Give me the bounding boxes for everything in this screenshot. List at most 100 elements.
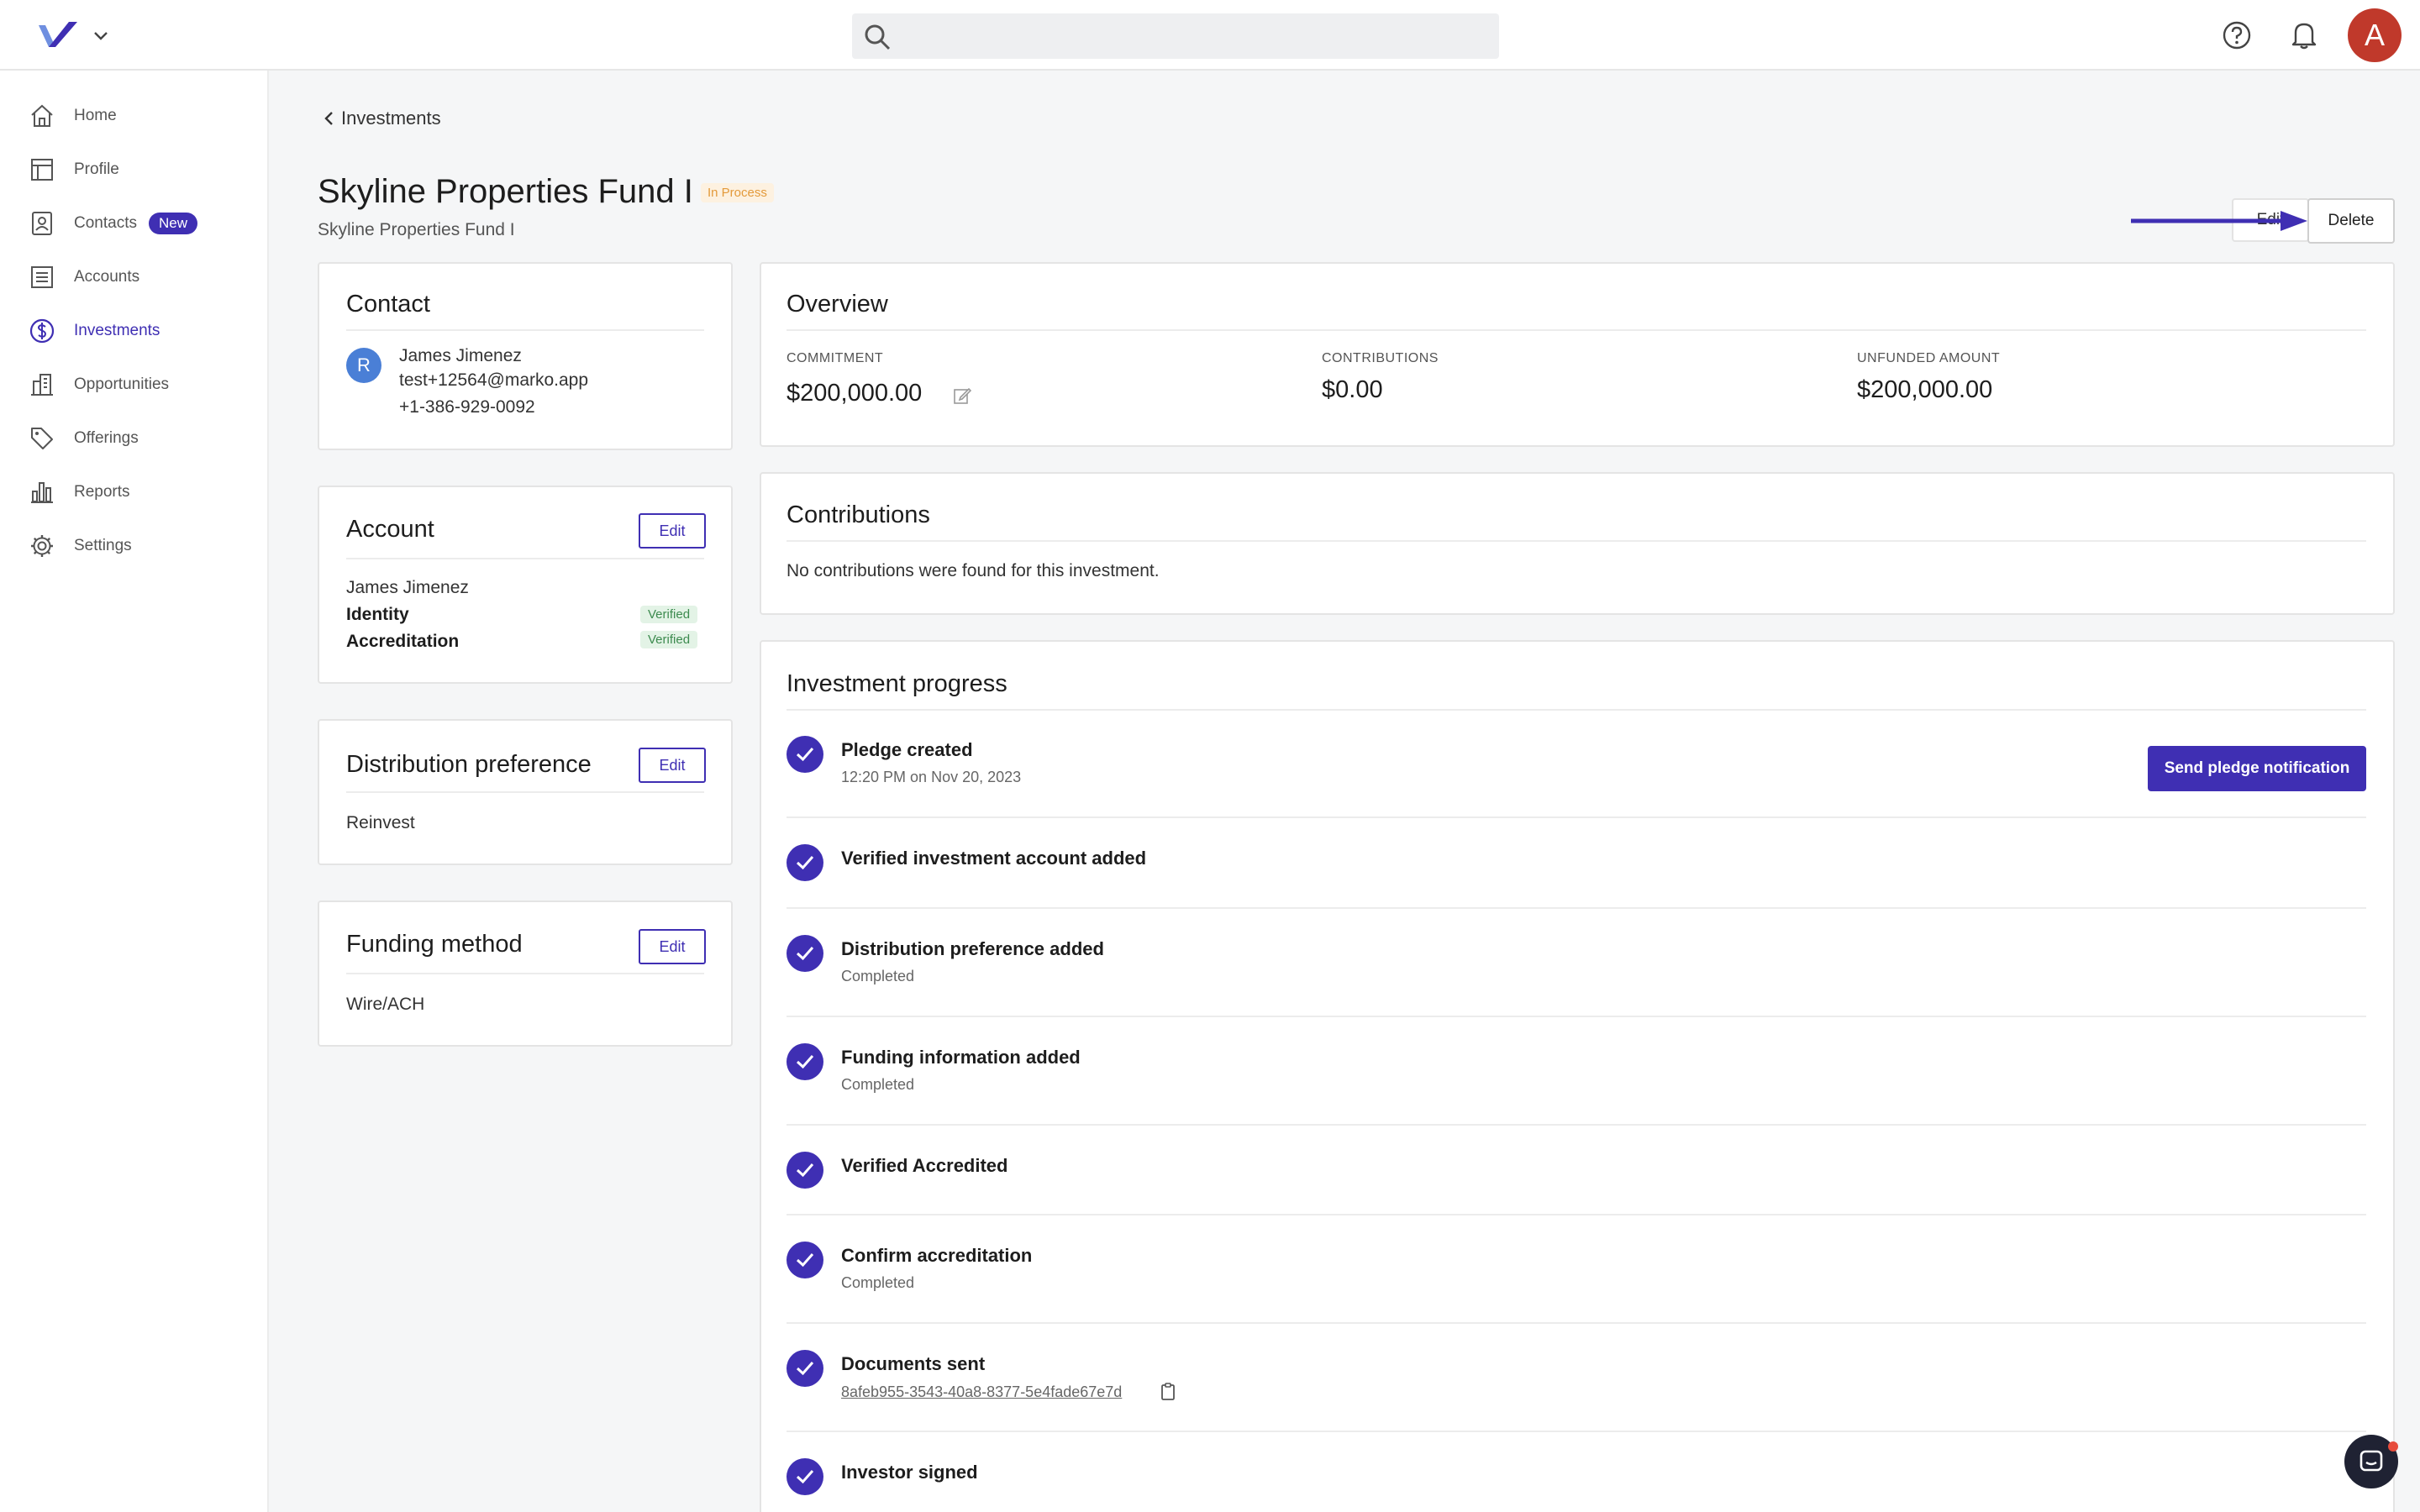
check-icon <box>786 935 823 972</box>
divider <box>786 709 2366 711</box>
step-subtitle: Completed <box>841 1076 915 1093</box>
check-icon <box>786 1043 823 1080</box>
sidebar-item-label: Opportunities <box>74 375 170 393</box>
sidebar-item-profile[interactable]: Profile <box>27 150 254 190</box>
v-logo-icon[interactable] <box>37 20 79 50</box>
edit-pencil-icon[interactable] <box>953 386 971 405</box>
accreditation-verified-badge: Verified <box>640 631 698 648</box>
divider <box>786 540 2366 542</box>
page-subtitle: Skyline Properties Fund I <box>318 220 515 239</box>
sidebar-item-label: Contacts <box>74 214 137 232</box>
overview-title: Overview <box>786 291 888 318</box>
divider <box>786 1214 2366 1215</box>
step-subtitle: Completed <box>841 968 915 984</box>
sidebar-item-reports[interactable]: Reports <box>27 472 254 512</box>
check-icon <box>786 1350 823 1387</box>
identity-label: Identity <box>346 605 409 624</box>
chat-icon <box>2360 1450 2383 1472</box>
sidebar-item-settings[interactable]: Settings <box>27 526 254 566</box>
building-icon <box>27 370 57 400</box>
identity-verified-badge: Verified <box>640 606 698 623</box>
search-icon <box>865 24 891 50</box>
sidebar-item-label: Profile <box>74 160 119 178</box>
bell-icon[interactable] <box>2289 18 2319 50</box>
dollar-icon <box>27 316 57 346</box>
check-icon <box>786 1458 823 1495</box>
sidebar-item-offerings[interactable]: Offerings <box>27 418 254 459</box>
distribution-edit-button[interactable]: Edit <box>639 748 706 783</box>
step-title: Verified Accredited <box>841 1155 1008 1176</box>
status-badge: In Process <box>701 183 774 202</box>
account-edit-button[interactable]: Edit <box>639 513 706 549</box>
bar-chart-icon <box>27 477 57 507</box>
contributions-card <box>760 472 2395 615</box>
copy-icon[interactable] <box>1160 1382 1176 1402</box>
divider <box>786 1322 2366 1324</box>
accounts-icon <box>27 262 57 292</box>
sidebar-item-label: Offerings <box>74 429 139 447</box>
step-title: Funding information added <box>841 1047 1081 1068</box>
commitment-value: $200,000.00 <box>786 380 923 407</box>
funding-edit-button[interactable]: Edit <box>639 929 706 964</box>
step-title: Verified investment account added <box>841 848 1147 869</box>
contact-email: test+12564@marko.app <box>399 370 589 390</box>
chevron-down-icon[interactable] <box>91 25 111 45</box>
document-id-link[interactable]: 8afeb955-3543-40a8-8377-5e4fade67e7d <box>841 1383 1122 1401</box>
divider <box>346 791 704 793</box>
sidebar-item-opportunities[interactable]: Opportunities <box>27 365 254 405</box>
sidebar-item-investments[interactable]: Investments <box>27 311 254 351</box>
breadcrumb[interactable]: Investments <box>323 108 441 129</box>
accreditation-label: Accreditation <box>346 632 460 651</box>
sidebar-item-accounts[interactable]: Accounts <box>27 257 254 297</box>
profile-icon <box>27 155 57 185</box>
funding-title: Funding method <box>346 931 523 958</box>
avatar[interactable]: A <box>2348 8 2402 62</box>
contact-name-link[interactable]: James Jimenez <box>399 346 522 366</box>
contributions-title: Contributions <box>786 501 930 528</box>
step-title: Distribution preference added <box>841 938 1104 959</box>
sidebar-item-label: Investments <box>74 322 160 339</box>
check-icon <box>786 844 823 881</box>
unfunded-label: UNFUNDED AMOUNT <box>1857 351 2001 365</box>
breadcrumb-label: Investments <box>341 108 441 129</box>
sidebar: Home Profile Contacts New Accounts Inves… <box>0 71 269 1512</box>
sidebar-item-label: Settings <box>74 537 132 554</box>
top-bar: A <box>0 0 2420 71</box>
divider <box>346 558 704 559</box>
step-title: Confirm accreditation <box>841 1245 1033 1266</box>
contributions-label: CONTRIBUTIONS <box>1322 351 1439 365</box>
gear-icon <box>27 531 57 561</box>
sidebar-item-label: Accounts <box>74 268 140 286</box>
divider <box>786 1124 2366 1126</box>
send-pledge-notification-button[interactable]: Send pledge notification <box>2148 746 2366 791</box>
divider <box>786 1016 2366 1017</box>
sidebar-item-home[interactable]: Home <box>27 96 254 136</box>
divider <box>786 1431 2366 1432</box>
step-subtitle: 12:20 PM on Nov 20, 2023 <box>841 769 1022 785</box>
divider <box>346 329 704 331</box>
contact-avatar: R <box>346 348 381 383</box>
funding-value: Wire/ACH <box>346 995 425 1014</box>
commitment-label: COMMITMENT <box>786 351 884 365</box>
divider <box>786 329 2366 331</box>
unfunded-value: $200,000.00 <box>1857 376 1993 403</box>
distribution-value: Reinvest <box>346 813 415 832</box>
home-icon <box>27 101 57 131</box>
divider <box>346 973 704 974</box>
sidebar-item-contacts[interactable]: Contacts New <box>27 203 254 244</box>
tag-icon <box>27 423 57 454</box>
step-title: Documents sent <box>841 1353 986 1374</box>
search-input[interactable] <box>852 13 1499 59</box>
divider <box>786 816 2366 818</box>
delete-button[interactable]: Delete <box>2307 198 2395 244</box>
progress-title: Investment progress <box>786 670 1007 697</box>
contact-title: Contact <box>346 291 430 318</box>
sidebar-item-label: Home <box>74 107 117 124</box>
sidebar-item-label: Reports <box>74 483 130 501</box>
account-name-link[interactable]: James Jimenez <box>346 578 469 598</box>
account-title: Account <box>346 516 434 543</box>
check-icon <box>786 736 823 773</box>
step-subtitle: Completed <box>841 1274 915 1291</box>
help-icon[interactable] <box>2222 20 2252 50</box>
contact-phone: +1-386-929-0092 <box>399 397 535 417</box>
